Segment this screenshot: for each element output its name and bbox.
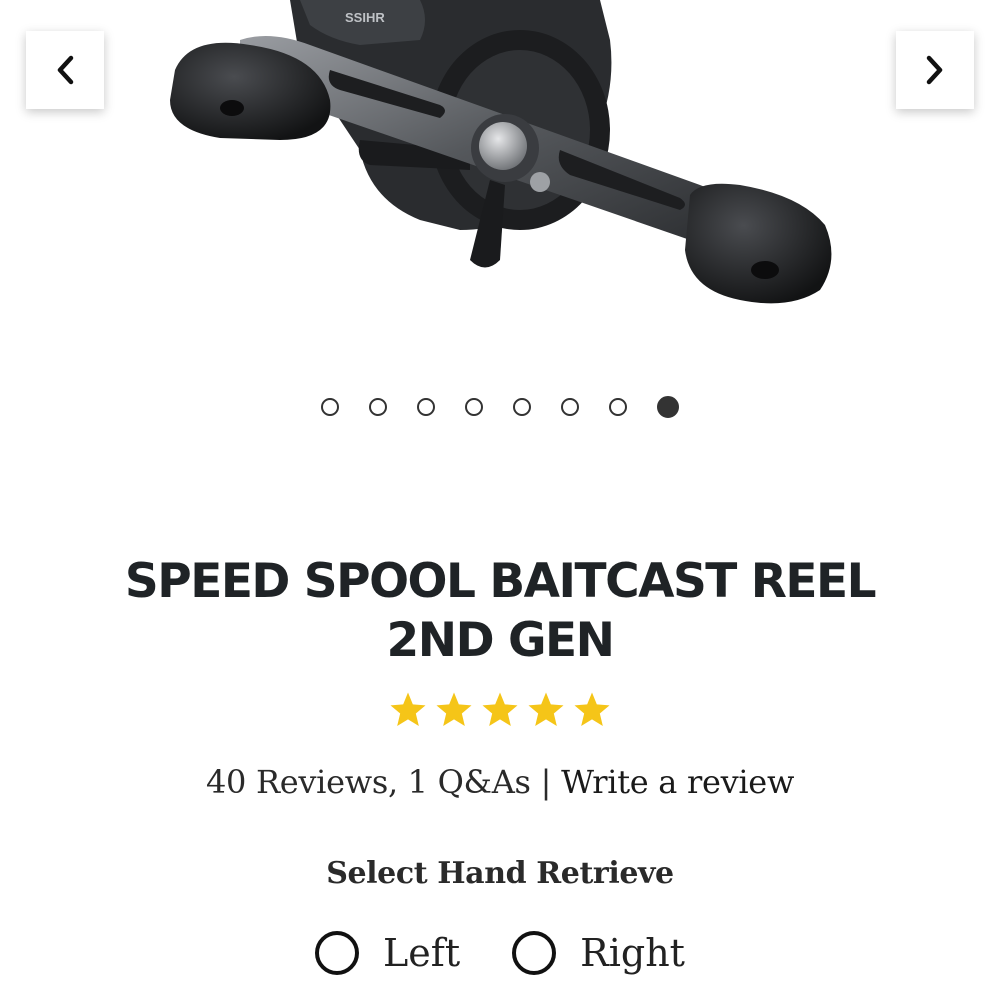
product-title-line2: 2ND GEN bbox=[386, 613, 615, 668]
chevron-left-icon bbox=[57, 55, 74, 85]
star-rating[interactable] bbox=[0, 690, 1000, 730]
reviews-count-link[interactable]: 40 Reviews, 1 Q&As bbox=[206, 763, 531, 801]
gallery-next-button[interactable] bbox=[896, 31, 974, 109]
gallery-dot[interactable] bbox=[417, 398, 435, 416]
gallery-dot[interactable] bbox=[321, 398, 339, 416]
product-title-line1: SPEED SPOOL BAITCAST REEL bbox=[124, 554, 877, 609]
product-image[interactable]: SSIHR bbox=[0, 0, 1000, 340]
reel-text: SSIHR bbox=[345, 10, 385, 25]
gallery-dot-active[interactable] bbox=[657, 396, 679, 418]
chevron-right-icon bbox=[926, 55, 943, 85]
right-radio-label: Right bbox=[580, 931, 685, 975]
hand-retrieve-options: Left Right bbox=[0, 925, 1000, 981]
hand-retrieve-label: Select Hand Retrieve bbox=[326, 856, 674, 891]
gallery-dot[interactable] bbox=[561, 398, 579, 416]
star-icon bbox=[526, 690, 566, 730]
gallery-dot[interactable] bbox=[513, 398, 531, 416]
hand-retrieve-right-option[interactable]: Right bbox=[512, 925, 685, 981]
star-icon bbox=[434, 690, 474, 730]
gallery-dot[interactable] bbox=[609, 398, 627, 416]
reviews-summary: 40 Reviews, 1 Q&As | Write a review bbox=[0, 760, 1000, 804]
star-icon bbox=[480, 690, 520, 730]
right-radio[interactable] bbox=[512, 931, 557, 975]
gallery-dot[interactable] bbox=[465, 398, 483, 416]
write-review-link[interactable]: Write a review bbox=[561, 763, 794, 801]
gallery-dot[interactable] bbox=[369, 398, 387, 416]
reviews-separator: | bbox=[540, 763, 552, 801]
reel-image: SSIHR bbox=[170, 0, 832, 304]
product-page: SSIHR SPEED SPOOL BAITCAST REEL 2ND GEN … bbox=[0, 0, 1000, 1000]
gallery-prev-button[interactable] bbox=[26, 31, 104, 109]
hand-retrieve-left-option[interactable]: Left bbox=[315, 925, 460, 981]
gallery-pagination bbox=[0, 396, 1000, 418]
left-radio-label: Left bbox=[383, 931, 461, 975]
star-icon bbox=[388, 690, 428, 730]
product-title: SPEED SPOOL BAITCAST REEL 2ND GEN bbox=[60, 552, 940, 670]
star-icon bbox=[572, 690, 612, 730]
left-radio[interactable] bbox=[315, 931, 360, 975]
